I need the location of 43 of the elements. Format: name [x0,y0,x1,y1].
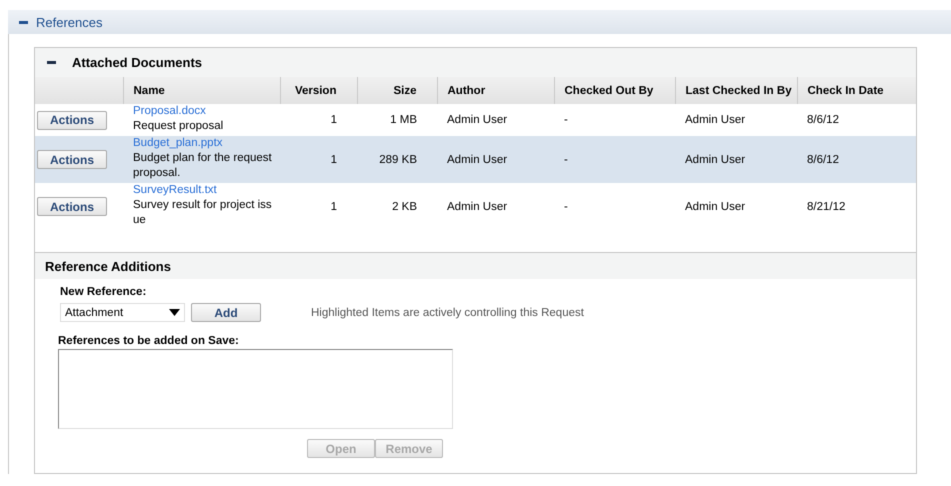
actions-button[interactable]: Actions [37,110,107,130]
table-cell: - [564,200,568,212]
table-cell: 289 KB [379,154,417,166]
column-header: Size [357,77,437,104]
panel-title: Attached Documents [72,55,202,70]
file-link[interactable]: Proposal.docx [133,104,278,119]
file-description: Survey result for project issue [133,198,273,228]
table-cell: 2 KB [392,200,417,212]
table-cell: 8/6/12 [807,114,839,126]
table-cell: 8/6/12 [807,154,839,166]
table-cell: Admin User [447,114,508,126]
field-label: References to be added on Save: [58,335,240,347]
column-header: Name [123,77,280,104]
table-cell: - [564,154,568,166]
column-header: Version [280,77,357,104]
table-cell: - [564,114,568,126]
panel-title: Reference Additions [45,258,171,274]
section-title: References [36,14,102,30]
table-cell: 1 [330,200,337,212]
table-cell: Admin User [685,114,746,126]
hint-text: Highlighted Items are actively controlling this Request [311,306,584,318]
column-header: Last Checked In By [675,77,797,104]
column-header: Author [437,77,554,104]
table-cell: Admin User [447,154,508,166]
file-link[interactable]: SurveyResult.txt [133,183,278,198]
add-button[interactable]: Add [191,303,261,322]
table-cell: 8/21/12 [807,200,846,212]
file-description: Request proposal [133,119,224,134]
file-description: Budget plan for the request proposal. [133,151,273,181]
actions-button[interactable]: Actions [37,150,107,169]
field-label: New Reference: [60,286,148,298]
column-header: Check In Date [797,77,916,104]
table-cell: Admin User [447,200,508,212]
actions-button[interactable]: Actions [37,197,107,216]
caret-icon [169,309,180,316]
table-cell: 1 [330,114,337,126]
table-cell: Admin User [685,200,746,212]
table-cell: Admin User [685,154,746,166]
reference-type-dropdown[interactable]: Attachment [60,303,185,322]
file-link[interactable]: Budget_plan.pptx [133,136,278,151]
table-cell: 1 MB [390,114,417,126]
table-cell: 1 [330,154,337,166]
column-header: Checked Out By [554,77,675,104]
